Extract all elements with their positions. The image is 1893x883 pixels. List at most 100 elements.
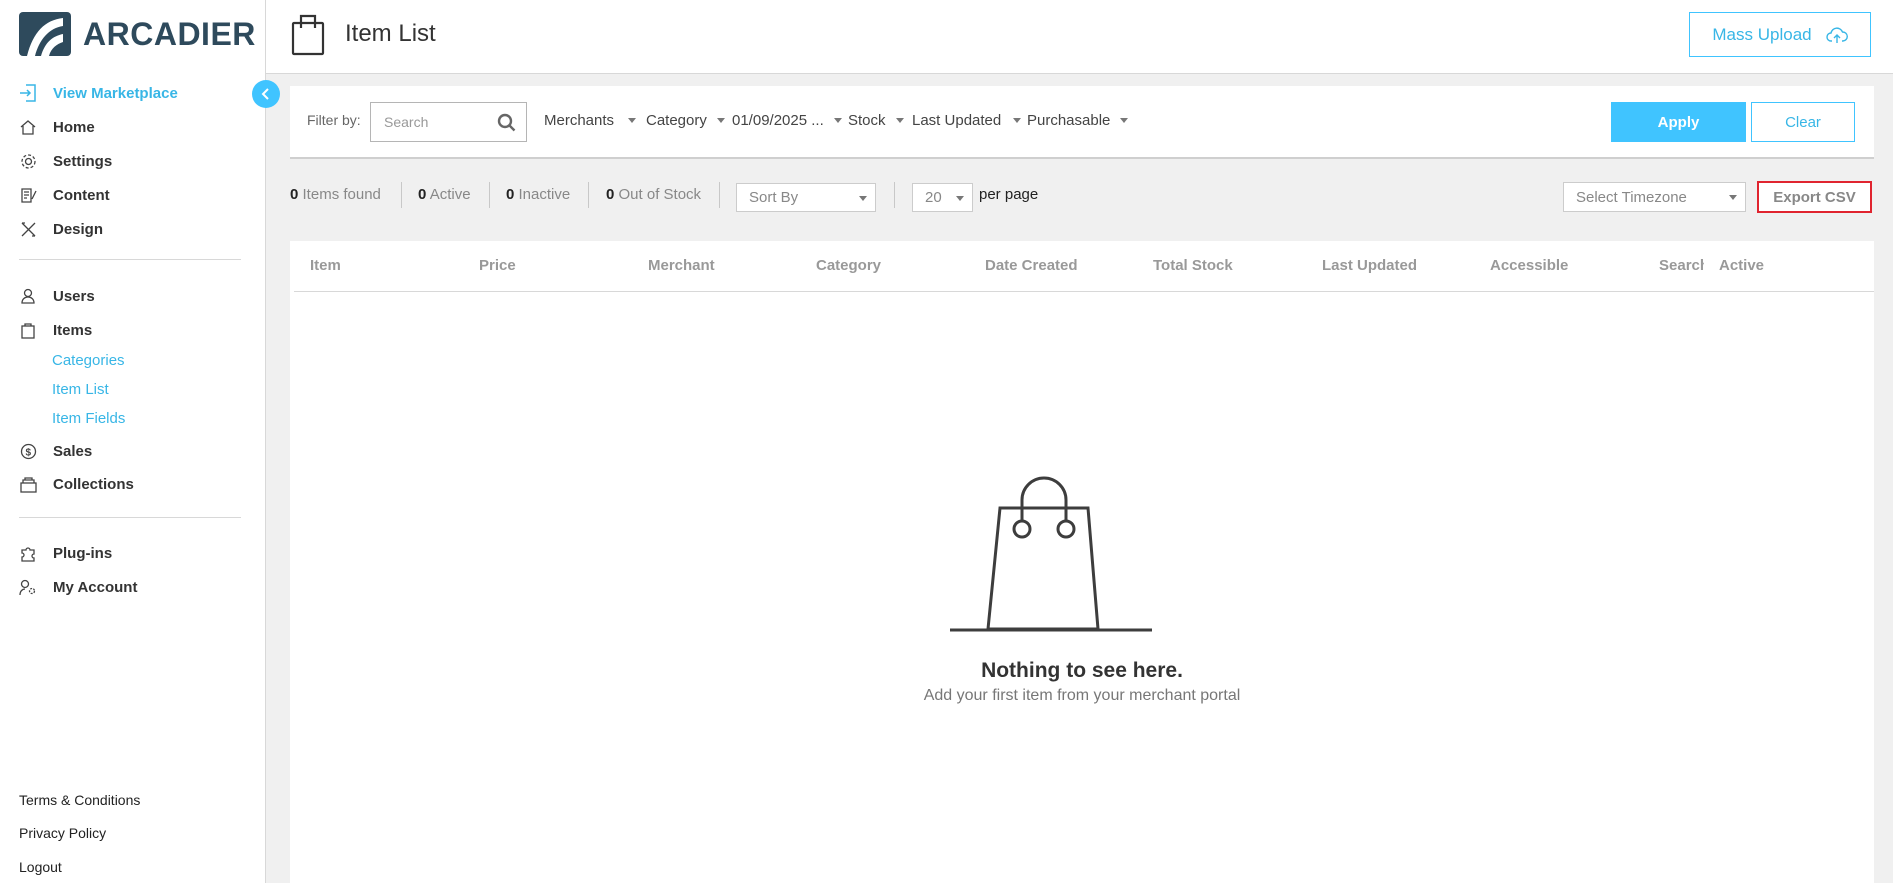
gear-icon bbox=[19, 152, 37, 170]
cloud-upload-icon bbox=[1825, 26, 1848, 43]
arcadier-logo[interactable]: ARCADIER bbox=[19, 12, 256, 56]
terms-link[interactable]: Terms & Conditions bbox=[19, 792, 140, 808]
column-header-category[interactable]: Category bbox=[816, 257, 881, 274]
sidebar-item-label: View Marketplace bbox=[53, 84, 178, 102]
sidebar-item-label: Content bbox=[53, 186, 110, 204]
sidebar-item-label: Sales bbox=[53, 442, 93, 460]
sidebar-subitem-item-list[interactable]: Item List bbox=[52, 381, 109, 398]
sidebar-item-design[interactable]: Design bbox=[19, 218, 103, 240]
items-found-count: 0 bbox=[290, 186, 299, 203]
sidebar-divider bbox=[19, 517, 241, 518]
sidebar-item-label: Plug-ins bbox=[53, 544, 113, 562]
clear-button[interactable]: Clear bbox=[1751, 102, 1855, 142]
per-page-label: per page bbox=[979, 186, 1039, 203]
login-arrow-icon bbox=[19, 84, 37, 102]
category-filter[interactable]: Category bbox=[646, 112, 725, 129]
stat-divider bbox=[588, 182, 589, 208]
sidebar-item-label: Design bbox=[53, 220, 104, 238]
merchants-filter[interactable]: Merchants bbox=[544, 112, 637, 129]
logout-link[interactable]: Logout bbox=[19, 859, 62, 875]
filter-bar: Filter by: Merchants Category 01/09/2025… bbox=[290, 86, 1874, 159]
item-table: Item Price Merchant Category Date Create… bbox=[290, 241, 1874, 883]
active-stat: 0 Active bbox=[418, 186, 471, 203]
timezone-label: Select Timezone bbox=[1576, 188, 1687, 206]
design-tools-icon bbox=[19, 220, 37, 238]
inactive-count: 0 bbox=[506, 186, 515, 203]
column-header-merchant[interactable]: Merchant bbox=[648, 257, 715, 274]
page-size-value: 20 bbox=[925, 189, 942, 206]
caret-down-icon bbox=[956, 195, 964, 201]
sidebar-item-view-marketplace[interactable]: View Marketplace bbox=[19, 82, 178, 104]
active-label: Active bbox=[429, 186, 471, 203]
sidebar-item-my-account[interactable]: My Account bbox=[19, 576, 137, 598]
merchants-filter-label: Merchants bbox=[544, 112, 615, 129]
sidebar-item-collections[interactable]: Collections bbox=[19, 473, 134, 495]
caret-down-icon bbox=[833, 118, 842, 123]
column-header-total-stock[interactable]: Total Stock bbox=[1153, 257, 1233, 274]
caret-down-icon bbox=[1729, 195, 1737, 200]
search-icon[interactable] bbox=[497, 113, 516, 137]
sidebar-item-label: Users bbox=[53, 287, 95, 305]
timezone-select[interactable]: Select Timezone bbox=[1563, 182, 1746, 212]
column-header-item[interactable]: Item bbox=[310, 257, 341, 274]
caret-down-icon bbox=[716, 118, 725, 123]
purchasable-filter[interactable]: Purchasable bbox=[1027, 112, 1129, 129]
sidebar-subitem-item-fields[interactable]: Item Fields bbox=[52, 410, 125, 427]
filter-label: Filter by: bbox=[307, 112, 361, 128]
sidebar-item-plugins[interactable]: Plug-ins bbox=[19, 542, 112, 564]
caret-down-icon bbox=[628, 118, 637, 123]
last-updated-filter[interactable]: Last Updated bbox=[912, 112, 1022, 129]
caret-down-icon bbox=[895, 118, 904, 123]
sidebar: ARCADIER View Marketplace Home Settings … bbox=[0, 0, 266, 883]
search-box bbox=[370, 102, 527, 142]
caret-down-icon bbox=[1120, 118, 1129, 123]
date-filter-label: 01/09/2025 ... bbox=[732, 112, 824, 129]
sidebar-item-label: My Account bbox=[53, 578, 138, 596]
purchasable-filter-label: Purchasable bbox=[1027, 112, 1111, 129]
arcadier-logo-icon bbox=[19, 12, 71, 56]
bag-icon bbox=[290, 14, 326, 61]
sidebar-item-home[interactable]: Home bbox=[19, 116, 95, 138]
sidebar-item-users[interactable]: Users bbox=[19, 285, 95, 307]
search-input[interactable] bbox=[371, 103, 491, 141]
inactive-stat: 0 Inactive bbox=[506, 186, 570, 203]
column-header-price[interactable]: Price bbox=[479, 257, 516, 274]
out-of-stock-label: Out of Stock bbox=[618, 186, 702, 203]
stat-divider bbox=[401, 182, 402, 208]
privacy-link[interactable]: Privacy Policy bbox=[19, 825, 106, 841]
home-icon bbox=[19, 118, 37, 136]
page-size-select[interactable]: 20 bbox=[912, 183, 973, 212]
category-filter-label: Category bbox=[646, 112, 707, 129]
date-filter[interactable]: 01/09/2025 ... bbox=[732, 112, 842, 129]
sidebar-item-items[interactable]: Items bbox=[19, 319, 92, 341]
bag-icon bbox=[19, 321, 37, 339]
column-header-accessible[interactable]: Accessible bbox=[1490, 257, 1568, 274]
column-header-date-created[interactable]: Date Created bbox=[985, 257, 1078, 274]
empty-state-subtitle: Add your first item from your merchant p… bbox=[923, 687, 1241, 704]
items-found-label: Items found bbox=[302, 186, 381, 203]
stock-filter[interactable]: Stock bbox=[848, 112, 904, 129]
stat-divider bbox=[719, 182, 720, 208]
sidebar-subitem-categories[interactable]: Categories bbox=[52, 352, 125, 369]
sidebar-item-settings[interactable]: Settings bbox=[19, 150, 112, 172]
sort-by-select[interactable]: Sort By bbox=[736, 183, 876, 212]
page-header: Item List Mass Upload bbox=[266, 0, 1893, 74]
dollar-icon: $ bbox=[19, 442, 37, 460]
brand-name: ARCADIER bbox=[83, 15, 256, 52]
apply-button[interactable]: Apply bbox=[1611, 102, 1746, 142]
column-header-search[interactable]: Search bbox=[1659, 257, 1704, 274]
column-header-last-updated[interactable]: Last Updated bbox=[1322, 257, 1417, 274]
sidebar-item-content[interactable]: Content bbox=[19, 184, 110, 206]
svg-text:$: $ bbox=[25, 447, 31, 458]
page-title: Item List bbox=[345, 20, 436, 47]
sort-by-label: Sort By bbox=[749, 189, 799, 206]
column-header-active[interactable]: Active bbox=[1719, 257, 1764, 274]
mass-upload-button[interactable]: Mass Upload bbox=[1689, 12, 1871, 57]
sidebar-collapse-button[interactable] bbox=[252, 80, 280, 108]
collections-icon bbox=[19, 475, 37, 493]
items-found-stat: 0 Items found bbox=[290, 186, 381, 203]
last-updated-filter-label: Last Updated bbox=[912, 112, 1002, 129]
account-settings-icon bbox=[19, 578, 37, 596]
export-csv-button[interactable]: Export CSV bbox=[1757, 181, 1872, 213]
sidebar-item-sales[interactable]: $ Sales bbox=[19, 440, 92, 462]
